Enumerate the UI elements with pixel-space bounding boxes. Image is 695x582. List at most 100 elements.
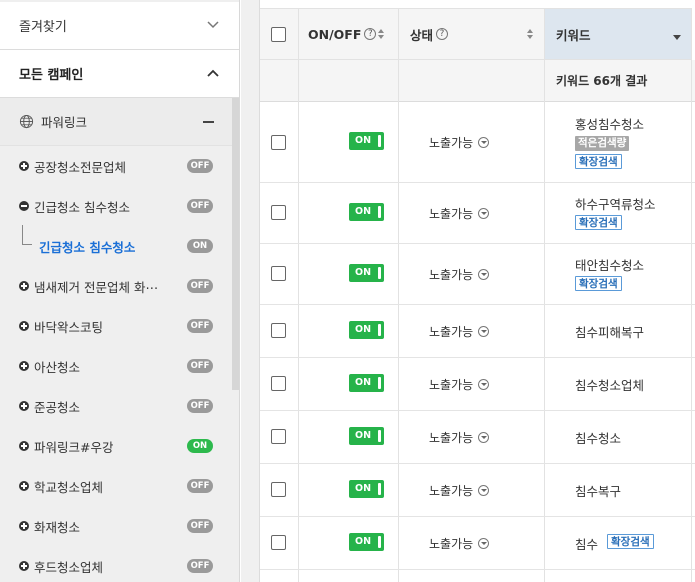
status-dropdown-icon[interactable] (478, 326, 490, 337)
sort-desc-icon[interactable] (673, 35, 681, 40)
collapse-minus-icon[interactable] (203, 121, 214, 123)
expand-plus-icon[interactable] (19, 321, 29, 331)
row-checkbox[interactable] (271, 266, 286, 281)
sidebar-campaign-item[interactable]: 후드청소업체 OFF (0, 546, 232, 582)
sort-icon[interactable] (378, 28, 385, 40)
row-checkbox[interactable] (271, 429, 286, 444)
keyword-text[interactable]: 홍성침수청소 (575, 114, 644, 133)
sidebar-campaign-item[interactable]: 화재청소 OFF (0, 506, 232, 546)
status-dropdown-icon[interactable] (478, 432, 490, 443)
keyword-on-toggle[interactable]: ON (349, 533, 384, 551)
chevron-down-icon[interactable] (206, 18, 220, 32)
extended-search-badge[interactable]: 확장검색 (607, 534, 654, 549)
expand-plus-icon[interactable] (19, 441, 29, 451)
status-dropdown-icon[interactable] (478, 208, 490, 219)
keyword-on-toggle[interactable]: ON (349, 321, 384, 339)
campaign-toggle[interactable]: OFF (187, 319, 213, 333)
chevron-up-icon[interactable] (206, 66, 220, 80)
keyword-text[interactable]: 침수청소업체 (575, 375, 644, 394)
campaign-toggle[interactable]: OFF (187, 399, 213, 413)
table-row: ON 노출가능 홍성침수청소 적은검색량 확장검색 (260, 102, 695, 183)
status-dropdown-icon[interactable] (478, 538, 490, 549)
sidebar-campaign-item[interactable]: 바닥왁스코팅 OFF (0, 306, 232, 346)
keyword-text[interactable]: 침수피해복구 (575, 322, 644, 341)
table-row: ON 노출가능 침수청소 (260, 411, 695, 464)
expand-plus-icon[interactable] (19, 161, 29, 171)
keyword-on-toggle[interactable]: ON (349, 203, 384, 221)
keyword-on-toggle[interactable]: ON (349, 264, 384, 282)
favorites-section[interactable]: 즐겨찾기 (0, 2, 239, 50)
keyword-on-toggle[interactable]: ON (349, 480, 384, 498)
powerlink-group[interactable]: 파워링크 (0, 98, 232, 146)
campaign-toggle[interactable]: OFF (187, 279, 213, 293)
header-status[interactable]: 상태 ? (398, 8, 544, 60)
campaign-toggle[interactable]: OFF (187, 479, 213, 493)
status-dropdown-icon[interactable] (478, 137, 490, 148)
status-cell[interactable]: 노출가능 (429, 266, 490, 283)
campaign-toggle[interactable]: OFF (187, 199, 213, 213)
campaign-name: 아산청소 (34, 359, 81, 375)
keyword-on-toggle[interactable]: ON (349, 427, 384, 445)
campaign-toggle[interactable]: OFF (187, 159, 213, 173)
status-cell[interactable]: 노출가능 (429, 535, 490, 552)
header-onoff[interactable]: ON/OFF ? (298, 8, 398, 60)
extended-search-badge[interactable]: 확장검색 (575, 215, 622, 230)
row-checkbox[interactable] (271, 135, 286, 150)
keyword-text[interactable]: 하수구역류청소 (575, 194, 656, 213)
row-checkbox[interactable] (271, 482, 286, 497)
status-dropdown-icon[interactable] (478, 269, 490, 280)
all-campaigns-section[interactable]: 모든 캠페인 (0, 50, 239, 98)
extended-search-badge[interactable]: 확장검색 (575, 154, 622, 169)
status-cell[interactable]: 노출가능 (429, 323, 490, 340)
sidebar-campaign-item[interactable]: 준공청소 OFF (0, 386, 232, 426)
extended-search-badge[interactable]: 확장검색 (575, 276, 622, 291)
expand-plus-icon[interactable] (19, 361, 29, 371)
status-cell[interactable]: 노출가능 (429, 134, 490, 151)
status-cell[interactable]: 노출가능 (429, 482, 490, 499)
sort-icon[interactable] (527, 29, 534, 40)
row-checkbox[interactable] (271, 376, 286, 391)
adgroup-toggle[interactable]: ON (187, 239, 213, 253)
expand-plus-icon[interactable] (19, 481, 29, 491)
help-icon[interactable]: ? (364, 28, 377, 40)
campaign-toggle[interactable]: ON (187, 439, 213, 453)
summary-row: 키워드 66개 결과 (544, 60, 695, 102)
expand-plus-icon[interactable] (19, 521, 29, 531)
status-cell[interactable]: 노출가능 (429, 376, 490, 393)
status-cell[interactable]: 노출가능 (429, 205, 490, 222)
expand-plus-icon[interactable] (19, 561, 29, 571)
keyword-text[interactable]: 침수복구 (575, 481, 621, 500)
campaign-toggle[interactable]: OFF (187, 559, 213, 573)
keyword-text[interactable]: 침수청소 (575, 428, 621, 447)
sidebar-scrollbar[interactable] (232, 98, 239, 390)
campaign-toggle[interactable]: OFF (187, 359, 213, 373)
collapse-minus-icon[interactable] (19, 201, 29, 211)
header-onoff-label: ON/OFF (308, 26, 362, 42)
expand-plus-icon[interactable] (19, 401, 29, 411)
row-checkbox[interactable] (271, 205, 286, 220)
status-dropdown-icon[interactable] (478, 379, 490, 390)
sidebar-campaign-item[interactable]: 공장청소전문업체 OFF (0, 146, 232, 186)
help-icon[interactable]: ? (436, 28, 449, 40)
sidebar-campaign-item[interactable]: 긴급청소 침수청소 OFF (0, 186, 232, 226)
sidebar-campaign-item[interactable]: 냄새제거 전문업체 화⋯ OFF (0, 266, 232, 306)
select-all-checkbox[interactable] (271, 27, 286, 42)
keyword-on-toggle[interactable]: ON (349, 132, 384, 150)
status-cell[interactable]: 노출가능 (429, 429, 490, 446)
all-campaigns-label: 모든 캠페인 (19, 68, 84, 83)
keyword-text[interactable]: 침수 (575, 534, 598, 553)
status-dropdown-icon[interactable] (478, 485, 490, 496)
sidebar-campaign-item[interactable]: 파워링크#우강 ON (0, 426, 232, 466)
status-text: 노출가능 (429, 136, 474, 150)
campaign-name: 바닥왁스코팅 (34, 319, 104, 335)
expand-plus-icon[interactable] (19, 281, 29, 291)
row-checkbox[interactable] (271, 323, 286, 338)
campaign-toggle[interactable]: OFF (187, 519, 213, 533)
keyword-text[interactable]: 태안침수청소 (575, 255, 644, 274)
row-checkbox[interactable] (271, 535, 286, 550)
keyword-on-toggle[interactable]: ON (349, 374, 384, 392)
sidebar-campaign-item[interactable]: 아산청소 OFF (0, 346, 232, 386)
sidebar-campaign-item[interactable]: 학교청소업체 OFF (0, 466, 232, 506)
header-keyword[interactable]: 키워드 (544, 8, 691, 60)
sidebar-adgroup-item-selected[interactable]: 긴급청소 침수청소 ON (0, 226, 232, 266)
